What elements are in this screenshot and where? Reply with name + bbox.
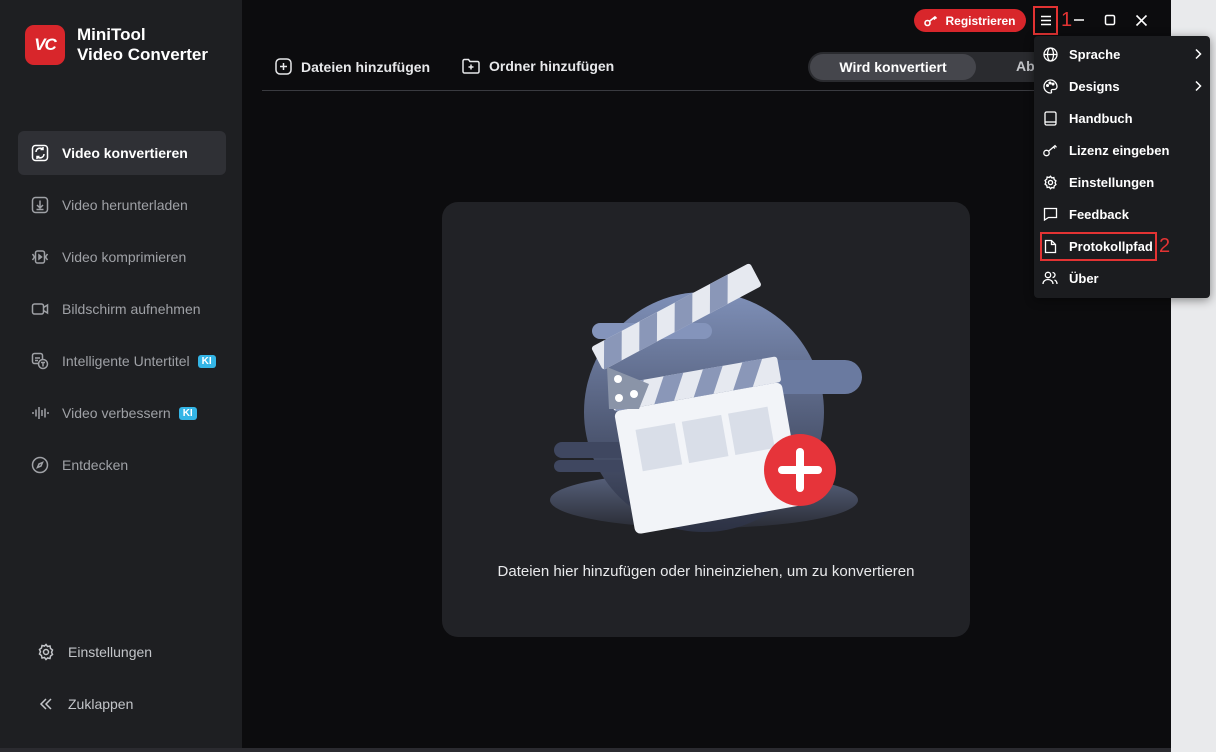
menu-item-settings[interactable]: Einstellungen (1042, 170, 1202, 194)
menu-item-about[interactable]: Über (1042, 266, 1202, 290)
folder-plus-icon (462, 58, 480, 74)
menu-item-label: Über (1069, 270, 1099, 286)
key-icon (924, 15, 938, 27)
hamburger-icon (1040, 15, 1052, 26)
add-files-label: Dateien hinzufügen (301, 58, 431, 75)
users-icon (1042, 270, 1058, 286)
book-icon (1042, 110, 1058, 126)
window-bottom-edge (0, 748, 1171, 752)
add-files-button[interactable]: Dateien hinzufügen (275, 58, 430, 75)
convert-icon (30, 143, 50, 163)
app-logo: VC MiniTool Video Converter (25, 25, 208, 65)
maximize-button[interactable] (1102, 12, 1118, 28)
sidebar-collapse-label: Zuklappen (68, 696, 134, 712)
add-folder-label: Ordner hinzufügen (489, 58, 615, 74)
gear-icon (36, 643, 56, 661)
minimize-button[interactable] (1071, 12, 1087, 28)
maximize-icon (1104, 14, 1116, 26)
sidebar-item-download[interactable]: Video herunterladen (18, 183, 226, 227)
gear-icon (1042, 174, 1058, 190)
clapperboard-illustration (550, 263, 862, 534)
sidebar-item-label: Intelligente Untertitel (62, 353, 190, 369)
register-button[interactable]: Registrieren (914, 9, 1026, 32)
chevron-right-icon (1194, 80, 1202, 92)
logo-badge: VC (25, 25, 65, 65)
collapse-icon (36, 696, 56, 712)
plus-square-icon (275, 58, 292, 75)
sidebar-item-label: Video komprimieren (62, 249, 187, 265)
record-icon (30, 299, 50, 319)
menu-item-label: Designs (1069, 78, 1120, 94)
download-icon (30, 195, 50, 215)
file-dropzone[interactable]: Dateien hier hinzufügen oder hineinziehe… (442, 202, 970, 637)
subtitle-icon (30, 351, 50, 371)
sidebar-nav: Video konvertieren Video herunterladen V… (18, 131, 226, 495)
menu-item-label: Handbuch (1069, 110, 1133, 126)
sidebar-item-compress[interactable]: Video komprimieren (18, 235, 226, 279)
sidebar-item-discover[interactable]: Entdecken (18, 443, 226, 487)
tab-converting[interactable]: Wird konvertiert (810, 54, 976, 80)
add-folder-button[interactable]: Ordner hinzufügen (462, 58, 614, 74)
sidebar-item-record[interactable]: Bildschirm aufnehmen (18, 287, 226, 331)
annotation-highlight-box (1040, 232, 1157, 261)
app-name: MiniTool Video Converter (77, 25, 208, 65)
close-icon (1135, 14, 1148, 27)
globe-icon (1042, 46, 1058, 62)
sidebar-item-label: Video verbessern (62, 405, 171, 421)
app-name-line1: MiniTool (77, 25, 146, 44)
app-window: VC MiniTool Video Converter Video konver… (0, 0, 1171, 752)
menu-item-license[interactable]: Lizenz eingeben (1042, 138, 1202, 162)
ki-badge: KI (197, 354, 216, 368)
sidebar-settings-label: Einstellungen (68, 644, 153, 660)
menu-item-manual[interactable]: Handbuch (1042, 106, 1202, 130)
sidebar-bottom: Einstellungen Zuklappen (36, 632, 152, 736)
menu-item-label: Sprache (1069, 46, 1121, 62)
menu-button[interactable] (1033, 6, 1058, 35)
tab-finished[interactable]: Ab (1016, 58, 1035, 74)
sidebar-item-subtitles[interactable]: Intelligente Untertitel KI (18, 339, 226, 383)
sidebar: VC MiniTool Video Converter Video konver… (0, 0, 242, 752)
chevron-right-icon (1194, 48, 1202, 60)
sidebar-item-label: Entdecken (62, 457, 129, 473)
compass-icon (30, 455, 50, 475)
minimize-icon (1073, 14, 1085, 26)
compress-icon (30, 247, 50, 267)
register-label: Registrieren (945, 13, 1016, 28)
sidebar-item-convert[interactable]: Video konvertieren (18, 131, 226, 175)
menu-item-language[interactable]: Sprache (1042, 42, 1202, 66)
key-icon (1042, 142, 1058, 158)
app-name-line2: Video Converter (77, 45, 209, 64)
enhance-icon (30, 403, 50, 423)
close-button[interactable] (1133, 12, 1149, 28)
annotation-2: 2 (1159, 235, 1171, 257)
menu-item-label: Lizenz eingeben (1069, 142, 1170, 158)
sidebar-item-enhance[interactable]: Video verbessern KI (18, 391, 226, 435)
sidebar-collapse-button[interactable]: Zuklappen (36, 684, 152, 724)
menu-item-designs[interactable]: Designs (1042, 74, 1202, 98)
main-toolbar: Dateien hinzufügen Ordner hinzufügen Wir… (262, 46, 1162, 91)
menu-item-label: Feedback (1069, 206, 1129, 222)
dropzone-hint: Dateien hier hinzufügen oder hineinziehe… (497, 563, 915, 580)
sidebar-item-label: Video konvertieren (62, 145, 188, 161)
sidebar-item-label: Video herunterladen (62, 197, 188, 213)
sidebar-item-label: Bildschirm aufnehmen (62, 301, 201, 317)
menu-item-feedback[interactable]: Feedback (1042, 202, 1202, 226)
menu-item-label: Einstellungen (1069, 174, 1155, 190)
ki-badge: KI (178, 406, 197, 420)
sidebar-settings-button[interactable]: Einstellungen (36, 632, 152, 672)
chat-icon (1042, 206, 1058, 222)
palette-icon (1042, 78, 1058, 94)
